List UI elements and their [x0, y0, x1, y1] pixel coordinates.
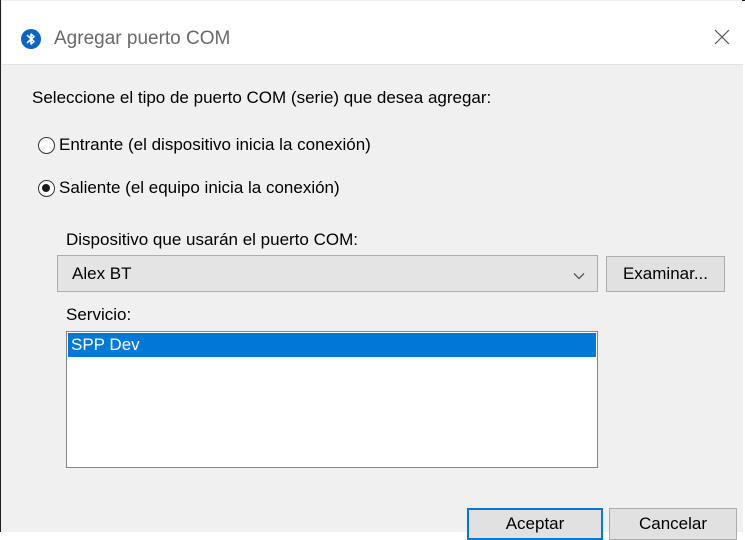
- device-dropdown[interactable]: Alex BT: [57, 255, 598, 292]
- close-button[interactable]: [702, 19, 742, 59]
- radio-outgoing[interactable]: Saliente (el equipo inicia la conexión): [38, 178, 340, 198]
- cancel-button[interactable]: Cancelar: [609, 508, 737, 540]
- service-list-item[interactable]: SPP Dev: [68, 333, 596, 357]
- title-bar: Agregar puerto COM: [2, 1, 743, 65]
- instruction-text: Seleccione el tipo de puerto COM (serie)…: [32, 88, 492, 107]
- window-title: Agregar puerto COM: [54, 28, 231, 49]
- bluetooth-icon: [21, 29, 41, 49]
- service-list[interactable]: SPP Dev: [66, 331, 598, 468]
- radio-outgoing-label: Saliente (el equipo inicia la conexión): [59, 178, 340, 197]
- device-dropdown-value: Alex BT: [72, 264, 132, 283]
- add-com-port-dialog: Agregar puerto COM Seleccione el tipo de…: [0, 0, 743, 540]
- radio-incoming-label: Entrante (el dispositivo inicia la conex…: [59, 135, 371, 154]
- close-icon: [714, 29, 730, 50]
- browse-button[interactable]: Examinar...: [606, 256, 725, 292]
- ok-button[interactable]: Aceptar: [467, 508, 603, 540]
- chevron-down-icon: [573, 268, 585, 280]
- radio-incoming[interactable]: Entrante (el dispositivo inicia la conex…: [38, 135, 371, 155]
- service-label: Servicio:: [66, 305, 132, 324]
- dialog-content: Seleccione el tipo de puerto COM (serie)…: [2, 65, 743, 540]
- radio-incoming-button[interactable]: [38, 136, 55, 154]
- device-label: Dispositivo que usarán el puerto COM:: [66, 230, 358, 249]
- radio-outgoing-button[interactable]: [38, 179, 55, 197]
